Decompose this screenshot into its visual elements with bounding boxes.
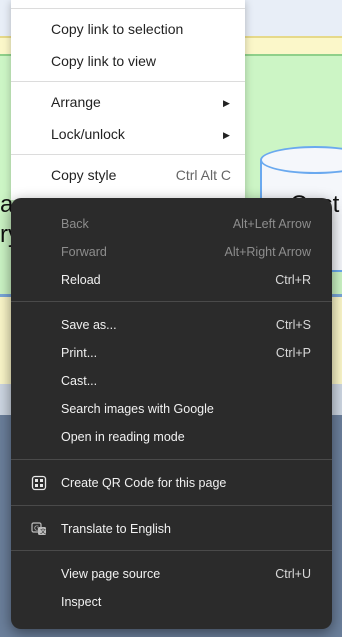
menu-separator — [11, 301, 332, 302]
menu-item-label: View page source — [61, 567, 161, 581]
menu-item-save-as[interactable]: Save as... Ctrl+S — [11, 313, 332, 337]
copy-style-shortcut: Ctrl Alt C — [175, 167, 231, 183]
qr-code-icon — [31, 475, 47, 491]
app-context-menu: Copy link to selection Copy link to view… — [11, 0, 245, 200]
menu-item-inspect[interactable]: Inspect — [11, 590, 332, 614]
menu-item-shortcut: Alt+Right Arrow — [224, 245, 312, 259]
menu-item-print[interactable]: Print... Ctrl+P — [11, 341, 332, 365]
menu-item-shortcut: Ctrl+R — [275, 273, 311, 287]
menu-item-label: Search images with Google — [61, 402, 214, 416]
menu-item-label: Print... — [61, 346, 98, 360]
menu-item-label: Back — [61, 217, 89, 231]
menu-separator — [11, 8, 245, 9]
svg-text:文: 文 — [40, 528, 46, 536]
menu-item-label: Reload — [61, 273, 101, 287]
browser-context-menu: Back Alt+Left Arrow Forward Alt+Right Ar… — [11, 198, 332, 629]
menu-item-forward[interactable]: Forward Alt+Right Arrow — [11, 240, 332, 264]
menu-item-copy-link-to-selection[interactable]: Copy link to selection — [51, 21, 183, 37]
menu-item-back[interactable]: Back Alt+Left Arrow — [11, 212, 332, 236]
menu-separator — [11, 505, 332, 506]
menu-separator — [11, 550, 332, 551]
menu-separator — [11, 459, 332, 460]
menu-item-label: Inspect — [61, 595, 102, 609]
menu-separator — [11, 81, 245, 82]
menu-separator — [11, 154, 245, 155]
menu-item-search-images[interactable]: Search images with Google — [11, 397, 332, 421]
menu-item-lock-unlock[interactable]: Lock/unlock — [51, 126, 125, 142]
menu-item-label: Translate to English — [61, 522, 172, 536]
menu-item-label: Create QR Code for this page — [61, 476, 227, 490]
menu-item-shortcut: Ctrl+U — [275, 567, 311, 581]
menu-item-translate[interactable]: G 文 Translate to English — [11, 517, 332, 541]
translate-icon: G 文 — [31, 522, 46, 536]
menu-item-copy-link-to-view[interactable]: Copy link to view — [51, 53, 156, 69]
menu-item-shortcut: Alt+Left Arrow — [232, 217, 311, 231]
menu-item-label: Open in reading mode — [61, 430, 185, 444]
menu-item-shortcut: Ctrl+P — [275, 346, 311, 360]
menu-item-copy-style[interactable]: Copy style — [51, 167, 116, 183]
menu-item-cast[interactable]: Cast... — [11, 369, 332, 393]
menu-item-reload[interactable]: Reload Ctrl+R — [11, 268, 332, 292]
menu-item-label: Cast... — [61, 374, 98, 388]
menu-item-reading-mode[interactable]: Open in reading mode — [11, 425, 332, 449]
menu-item-view-page-source[interactable]: View page source Ctrl+U — [11, 562, 332, 586]
menu-item-shortcut: Ctrl+S — [275, 318, 311, 332]
menu-item-label: Save as... — [61, 318, 117, 332]
menu-item-arrange[interactable]: Arrange — [51, 94, 101, 110]
menu-item-label: Forward — [61, 245, 107, 259]
submenu-arrow-icon: ▶ — [223, 98, 230, 108]
submenu-arrow-icon: ▶ — [223, 130, 230, 140]
menu-item-create-qr-code[interactable]: Create QR Code for this page — [11, 471, 332, 495]
